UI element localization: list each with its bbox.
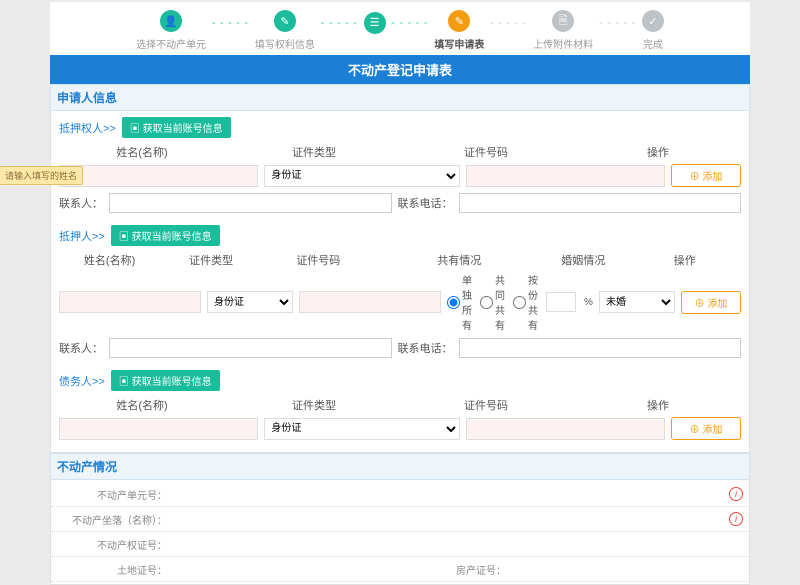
phone-input[interactable]: [459, 193, 742, 213]
input-hint: 请输入填写的姓名: [0, 166, 83, 185]
name-input-2[interactable]: [59, 291, 201, 313]
page-title: 不动产登记申请表: [50, 55, 750, 84]
col-name: 姓名(名称): [59, 252, 160, 268]
col-op: 操作: [575, 397, 741, 413]
phone-input-2[interactable]: [459, 338, 742, 358]
step-3: ☰: [364, 12, 386, 50]
prop-house-input[interactable]: [510, 560, 749, 578]
add-button-2[interactable]: 添加: [681, 291, 741, 314]
prop-cert-label: 不动产权证号：: [51, 537, 171, 552]
edit-icon: ✎: [448, 10, 470, 32]
prop-unit-input[interactable]: [171, 485, 729, 503]
name-input[interactable]: [59, 165, 258, 187]
check-icon: ✓: [642, 10, 664, 32]
contact-input-2[interactable]: [109, 338, 392, 358]
cursor-icon: ✎: [274, 10, 296, 32]
idtype-select-3[interactable]: 身份证: [264, 418, 459, 440]
step-6: ✓完成: [642, 10, 664, 51]
contact-label-2: 联系人：: [59, 340, 103, 356]
add-button[interactable]: 添加: [671, 164, 741, 187]
file-icon: 🗎: [552, 10, 574, 32]
radio-single[interactable]: 单独所有: [447, 272, 472, 332]
idtype-select-2[interactable]: 身份证: [207, 291, 293, 313]
col-idnum: 证件号码: [262, 252, 374, 268]
info-icon[interactable]: i: [729, 512, 743, 526]
prop-unit-label: 不动产单元号：: [51, 487, 171, 502]
contact-label: 联系人：: [59, 195, 103, 211]
col-marriage: 婚姻情况: [544, 252, 623, 268]
connector: - - - - -: [321, 18, 358, 29]
col-idtype: 证件类型: [231, 397, 397, 413]
connector: - - - - -: [392, 18, 429, 29]
connector: - - - - -: [490, 18, 527, 29]
mortgagor-label: 抵押人>>: [59, 228, 105, 244]
prop-cert-input[interactable]: [171, 535, 749, 553]
section-applicant-header: 申请人信息: [50, 84, 750, 111]
share-pct-input[interactable]: [546, 292, 576, 312]
phone-label: 联系电话：: [398, 195, 453, 211]
step-4: ✎填写申请表: [434, 10, 484, 51]
prop-location-label: 不动产坐落（名称）：: [51, 512, 171, 527]
prop-house-label: 房产证号：: [410, 562, 510, 577]
ownership-radio-group: 单独所有 共同共有 按份共有 %: [447, 272, 593, 332]
idnum-input[interactable]: [466, 165, 665, 187]
marriage-select[interactable]: 未婚: [599, 291, 675, 313]
col-name: 姓名(名称): [59, 397, 225, 413]
stepper: 👤选择不动产单元 - - - - - ✎填写权利信息 - - - - - ☰ -…: [50, 2, 750, 55]
name-input-3[interactable]: [59, 418, 258, 440]
col-idnum: 证件号码: [403, 144, 569, 160]
col-idtype: 证件类型: [166, 252, 256, 268]
prop-land-label: 土地证号：: [51, 562, 171, 577]
section-property-header: 不动产情况: [50, 453, 750, 480]
prop-location-input[interactable]: [171, 510, 729, 528]
fetch-account-button-3[interactable]: ▣ 获取当前账号信息: [111, 370, 220, 391]
step-5: 🗎上传附件材料: [533, 10, 593, 51]
mortgagee-label: 抵押权人>>: [59, 120, 116, 136]
user-icon: 👤: [160, 10, 182, 32]
col-op: 操作: [575, 144, 741, 160]
col-share: 共有情况: [381, 252, 538, 268]
phone-label-2: 联系电话：: [398, 340, 453, 356]
col-idnum: 证件号码: [403, 397, 569, 413]
radio-joint[interactable]: 共同共有: [480, 272, 505, 332]
idnum-input-3[interactable]: [466, 418, 665, 440]
contact-input[interactable]: [109, 193, 392, 213]
fetch-account-button[interactable]: ▣ 获取当前账号信息: [122, 117, 231, 138]
connector: - - - - -: [599, 18, 636, 29]
radio-share[interactable]: 按份共有: [513, 272, 538, 332]
col-op: 操作: [629, 252, 741, 268]
col-idtype: 证件类型: [231, 144, 397, 160]
fetch-account-button-2[interactable]: ▣ 获取当前账号信息: [111, 225, 220, 246]
info-icon[interactable]: i: [729, 487, 743, 501]
prop-land-input[interactable]: [171, 560, 410, 578]
add-button-3[interactable]: 添加: [671, 417, 741, 440]
obligor-label: 债务人>>: [59, 373, 105, 389]
col-name: 姓名(名称): [59, 144, 225, 160]
step-2: ✎填写权利信息: [255, 10, 315, 51]
connector: - - - - -: [212, 18, 249, 29]
list-icon: ☰: [364, 12, 386, 34]
idnum-input-2[interactable]: [299, 291, 441, 313]
step-1: 👤选择不动产单元: [136, 10, 206, 51]
idtype-select[interactable]: 身份证: [264, 165, 459, 187]
